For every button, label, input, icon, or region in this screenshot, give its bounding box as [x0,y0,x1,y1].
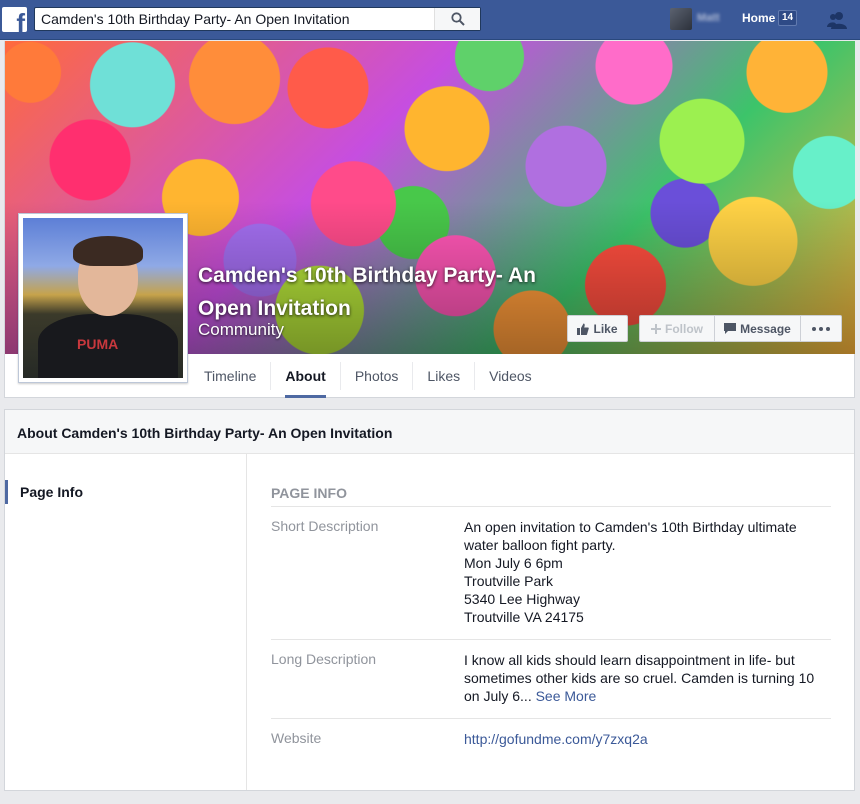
website-label: Website [271,730,322,746]
search-box [34,7,481,31]
about-header-title: About Camden's 10th Birthday Party- An O… [17,425,393,441]
page-tabs: Timeline About Photos Likes Videos [190,354,546,398]
tab-likes[interactable]: Likes [413,354,474,398]
more-dots-icon [812,326,830,331]
follow-button[interactable]: Follow [639,315,714,342]
about-header: About Camden's 10th Birthday Party- An O… [5,410,854,454]
nav-item-label: Page Info [20,484,84,500]
nav-item-page-info[interactable]: Page Info [5,480,247,504]
top-bar: f Matt Home 14 [0,0,860,40]
follow-button-label: Follow [665,321,703,336]
long-description-row: Long Description I know all kids should … [271,651,831,719]
home-link[interactable]: Home [742,11,775,25]
message-button-label: Message [740,321,791,336]
short-description-value: An open invitation to Camden's 10th Birt… [464,518,831,626]
profile-photo: PUMA [23,218,183,378]
more-options-button[interactable] [801,315,842,342]
page-header: PUMA Camden's 10th Birthday Party- An Op… [4,41,855,398]
section-title: PAGE INFO [271,485,831,507]
facebook-logo-icon[interactable]: f [2,7,27,32]
short-description-line: 5340 Lee Highway [464,591,580,607]
short-description-line: Troutville VA 24175 [464,609,584,625]
profile-shirt-text: PUMA [77,336,119,352]
search-button[interactable] [434,8,480,30]
user-avatar[interactable] [670,8,692,30]
long-description-text: I know all kids should learn disappointm… [464,652,815,704]
about-nav: Page Info [5,454,247,790]
short-description-row: Short Description An open invitation to … [271,518,831,640]
website-row: Website http://gofundme.com/y7zxq2a [271,730,831,754]
tab-timeline[interactable]: Timeline [190,354,270,398]
friend-requests-icon[interactable] [826,9,848,31]
short-description-line: Troutville Park [464,573,553,589]
tab-videos[interactable]: Videos [475,354,546,398]
short-description-line: Mon July 6 6pm [464,555,563,571]
website-link[interactable]: http://gofundme.com/y7zxq2a [464,731,648,747]
thumbs-up-icon [577,323,590,335]
like-button-label: Like [593,321,618,336]
long-description-label: Long Description [271,651,377,667]
long-description-value: I know all kids should learn disappointm… [464,651,831,705]
like-button[interactable]: Like [567,315,628,342]
search-input[interactable] [35,8,435,30]
page-title: Camden's 10th Birthday Party- An Open In… [198,264,536,320]
tab-photos[interactable]: Photos [341,354,413,398]
page-category[interactable]: Community [198,320,284,340]
about-panel: About Camden's 10th Birthday Party- An O… [4,409,855,791]
website-value: http://gofundme.com/y7zxq2a [464,730,831,748]
home-count-badge: 14 [778,10,798,26]
profile-picture[interactable]: PUMA [18,213,188,383]
short-description-line: An open invitation to Camden's 10th Birt… [464,519,797,553]
see-more-link[interactable]: See More [536,688,597,704]
message-button[interactable]: Message [714,315,801,342]
message-icon [724,323,737,334]
profile-photo-hair [73,236,143,266]
short-description-label: Short Description [271,518,379,534]
user-name-link[interactable]: Matt [697,12,720,24]
search-icon [450,12,465,26]
plus-icon [651,323,661,334]
tab-about[interactable]: About [271,354,339,398]
